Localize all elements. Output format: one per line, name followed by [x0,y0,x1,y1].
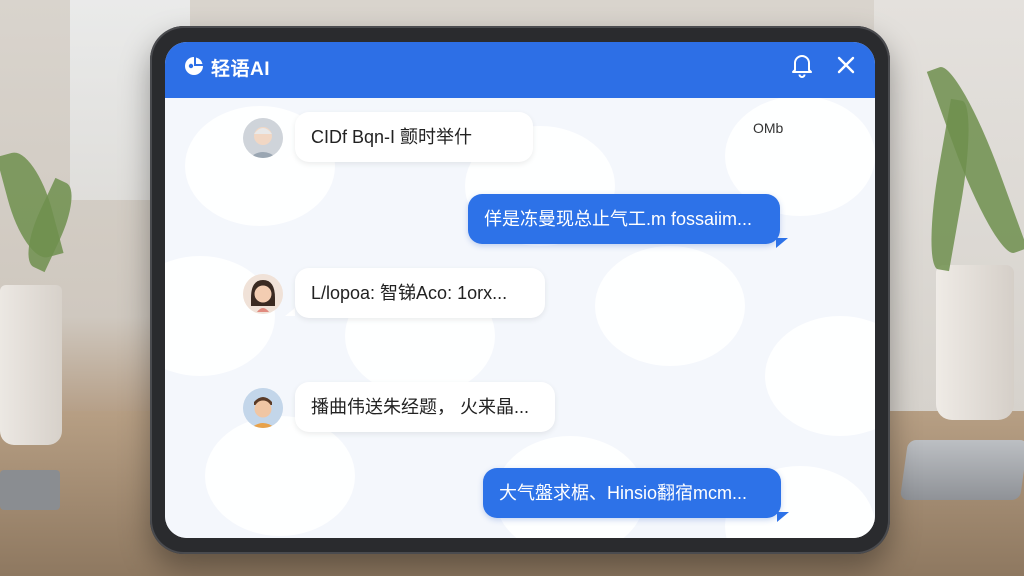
plant-pot-right [936,265,1014,420]
partial-text: OMb [753,120,784,136]
chat-bubble-incoming[interactable]: 播曲伟送朱经题， 火来晶... [295,382,555,432]
bell-icon[interactable] [790,52,814,78]
plant-pot-left [0,285,62,445]
elderly-avatar[interactable] [243,118,283,158]
boy-avatar[interactable] [243,388,283,428]
app-header: 轻语AI [165,42,875,98]
chat-bubble-incoming[interactable]: L/lopoa: 智锑Aco: 1orx... [295,268,545,318]
laptop [899,440,1024,500]
book [0,470,60,510]
chat-area[interactable]: OMb CIDf Bqn-I 颤时举什 佯是冻曼现总止气工.m fossaiim… [165,86,875,538]
logo-icon [185,57,203,75]
chat-bubble-outgoing[interactable]: 佯是冻曼现总止气工.m fossaiim... [468,194,780,244]
chat-bubble-outgoing[interactable]: 大气盤求椐、Hinsio翻宿mcm... [483,468,781,518]
app-title: 轻语AI [211,59,271,80]
woman-avatar[interactable] [243,274,283,314]
chat-bubble-incoming[interactable]: CIDf Bqn-I 颤时举什 [295,112,533,162]
app-screen: 轻语AI OMb CIDf Bqn-I 颤时举什 佯是冻曼现总止气工.m fos… [165,42,875,538]
close-icon[interactable] [833,52,859,78]
